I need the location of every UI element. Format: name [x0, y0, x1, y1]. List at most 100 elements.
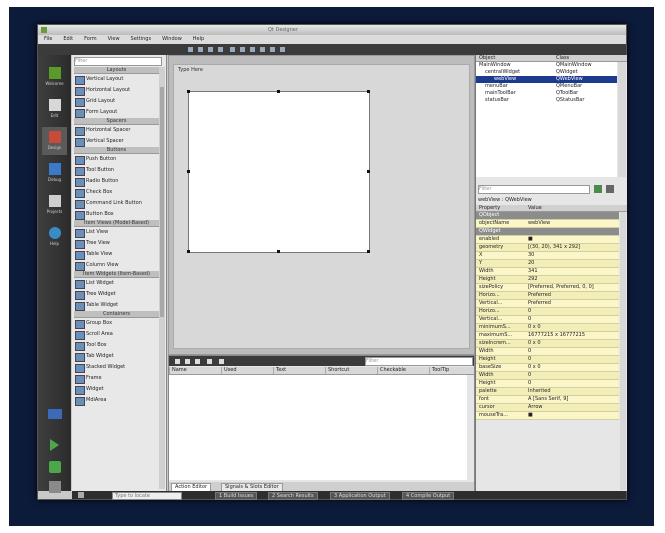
- widget-item[interactable]: Vertical Layout: [72, 74, 166, 85]
- widget-item[interactable]: Table Widget: [72, 300, 166, 311]
- property-row[interactable]: mouseTra... ■: [476, 412, 619, 420]
- property-value[interactable]: 16777215 x 16777215: [528, 332, 618, 339]
- property-row[interactable]: QWidget: [476, 228, 619, 236]
- resize-handle[interactable]: [187, 250, 190, 253]
- layout-grid-icon[interactable]: [250, 47, 255, 52]
- property-row[interactable]: X 30: [476, 252, 619, 260]
- locator-input[interactable]: Type to locate: [112, 492, 182, 500]
- menu-help[interactable]: Help: [193, 36, 204, 42]
- mode-welcome[interactable]: Welcome: [42, 63, 67, 91]
- property-row[interactable]: Height 0: [476, 356, 619, 364]
- paste-action-icon[interactable]: [195, 359, 200, 364]
- property-filter-input[interactable]: Filter: [478, 185, 590, 194]
- widget-item[interactable]: Vertical Spacer: [72, 136, 166, 147]
- property-value[interactable]: 0: [528, 308, 618, 315]
- signals-mode-icon[interactable]: [198, 47, 203, 52]
- resize-handle[interactable]: [367, 170, 370, 173]
- object-inspector-scrollbar[interactable]: [618, 62, 626, 177]
- property-row[interactable]: minimumS... 0 x 0: [476, 324, 619, 332]
- property-value[interactable]: 0 x 0: [528, 340, 618, 347]
- compile-output-button[interactable]: 4 Compile Output: [402, 492, 455, 500]
- tab-order-icon[interactable]: [218, 47, 223, 52]
- widget-item[interactable]: Stacked Widget: [72, 362, 166, 373]
- resize-handle[interactable]: [277, 250, 280, 253]
- widget-item[interactable]: Button Box: [72, 209, 166, 220]
- widget-item[interactable]: Horizontal Layout: [72, 85, 166, 96]
- widget-item[interactable]: MdiArea: [72, 395, 166, 406]
- resize-handle[interactable]: [277, 90, 280, 93]
- col-property[interactable]: Property: [479, 205, 500, 211]
- add-dynamic-property-icon[interactable]: [594, 185, 602, 193]
- property-row[interactable]: cursor Arrow: [476, 404, 619, 412]
- object-row[interactable]: mainToolBar QToolBar: [476, 90, 617, 97]
- menu-settings[interactable]: Settings: [131, 36, 152, 42]
- property-row[interactable]: Horizo... Preferred: [476, 292, 619, 300]
- web-view-widget[interactable]: [187, 90, 370, 253]
- property-row[interactable]: font A [Sans Serif, 9]: [476, 396, 619, 404]
- mode-help[interactable]: Help: [42, 223, 67, 251]
- menu-type-here[interactable]: Type Here: [178, 67, 203, 73]
- property-row[interactable]: sizeIncrem... 0 x 0: [476, 340, 619, 348]
- search-results-button[interactable]: 2 Search Results: [268, 492, 318, 500]
- widget-box-scrollbar[interactable]: [159, 67, 165, 489]
- widget-category[interactable]: Spacers: [74, 118, 159, 125]
- menu-view[interactable]: View: [108, 36, 120, 42]
- action-table-body[interactable]: [169, 375, 467, 480]
- col-shortcut[interactable]: Shortcut: [325, 367, 349, 374]
- property-row[interactable]: objectName webView: [476, 220, 619, 228]
- delete-action-icon[interactable]: [207, 359, 212, 364]
- new-action-icon[interactable]: [175, 359, 180, 364]
- property-row[interactable]: enabled ■: [476, 236, 619, 244]
- col-text[interactable]: Text: [273, 367, 286, 374]
- build-issues-button[interactable]: 1 Build Issues: [215, 492, 258, 500]
- configure-icon[interactable]: [606, 185, 614, 193]
- property-value[interactable]: 0: [528, 348, 618, 355]
- buddy-mode-icon[interactable]: [208, 47, 213, 52]
- widget-item[interactable]: Form Layout: [72, 107, 166, 118]
- property-row[interactable]: Y 20: [476, 260, 619, 268]
- property-row[interactable]: Vertical... 0: [476, 316, 619, 324]
- property-row[interactable]: Width 341: [476, 268, 619, 276]
- menu-form[interactable]: Form: [84, 36, 97, 42]
- widget-category[interactable]: Containers: [74, 311, 159, 318]
- break-layout-icon[interactable]: [270, 47, 275, 52]
- property-row[interactable]: geometry [(30, 20), 341 x 292]: [476, 244, 619, 252]
- layout-vertical-icon[interactable]: [240, 47, 245, 52]
- property-editor-scrollbar[interactable]: [620, 212, 626, 490]
- widget-category[interactable]: Layouts: [74, 67, 159, 74]
- object-row[interactable]: webView QWebView: [476, 76, 617, 83]
- property-value[interactable]: A [Sans Serif, 9]: [528, 396, 618, 403]
- layout-horizontal-icon[interactable]: [230, 47, 235, 52]
- mode-edit[interactable]: Edit: [42, 95, 67, 123]
- property-value[interactable]: [(30, 20), 341 x 292]: [528, 244, 618, 251]
- col-object[interactable]: Object: [479, 55, 495, 61]
- widget-item[interactable]: Column View: [72, 260, 166, 271]
- widget-category[interactable]: Buttons: [74, 147, 159, 154]
- property-value[interactable]: 0 x 0: [528, 324, 618, 331]
- property-value[interactable]: 30: [528, 252, 618, 259]
- layout-form-icon[interactable]: [260, 47, 265, 52]
- target-selector[interactable]: [42, 405, 67, 433]
- mode-debug[interactable]: Debug: [42, 159, 67, 187]
- property-value[interactable]: Inherited: [528, 388, 618, 395]
- col-class[interactable]: Class: [556, 55, 569, 61]
- widget-item[interactable]: Check Box: [72, 187, 166, 198]
- widget-item[interactable]: Frame: [72, 373, 166, 384]
- property-value[interactable]: Arrow: [528, 404, 618, 411]
- mode-design[interactable]: Design: [42, 127, 67, 155]
- object-row[interactable]: MainWindow QMainWindow: [476, 62, 617, 69]
- application-output-button[interactable]: 3 Application Output: [330, 492, 390, 500]
- widget-item[interactable]: List View: [72, 227, 166, 238]
- property-value[interactable]: Preferred: [528, 292, 618, 299]
- widget-category[interactable]: Item Views (Model-Based): [74, 220, 159, 227]
- property-value[interactable]: 0 x 0: [528, 364, 618, 371]
- property-value[interactable]: 0: [528, 316, 618, 323]
- action-filter-input[interactable]: Filter: [365, 357, 473, 366]
- widget-item[interactable]: Push Button: [72, 154, 166, 165]
- resize-handle[interactable]: [187, 170, 190, 173]
- widget-item[interactable]: Command Link Button: [72, 198, 166, 209]
- toggle-sidebar-icon[interactable]: [78, 492, 84, 498]
- property-value[interactable]: 341: [528, 268, 618, 275]
- resize-handle[interactable]: [367, 90, 370, 93]
- col-checkable[interactable]: Checkable: [377, 367, 406, 374]
